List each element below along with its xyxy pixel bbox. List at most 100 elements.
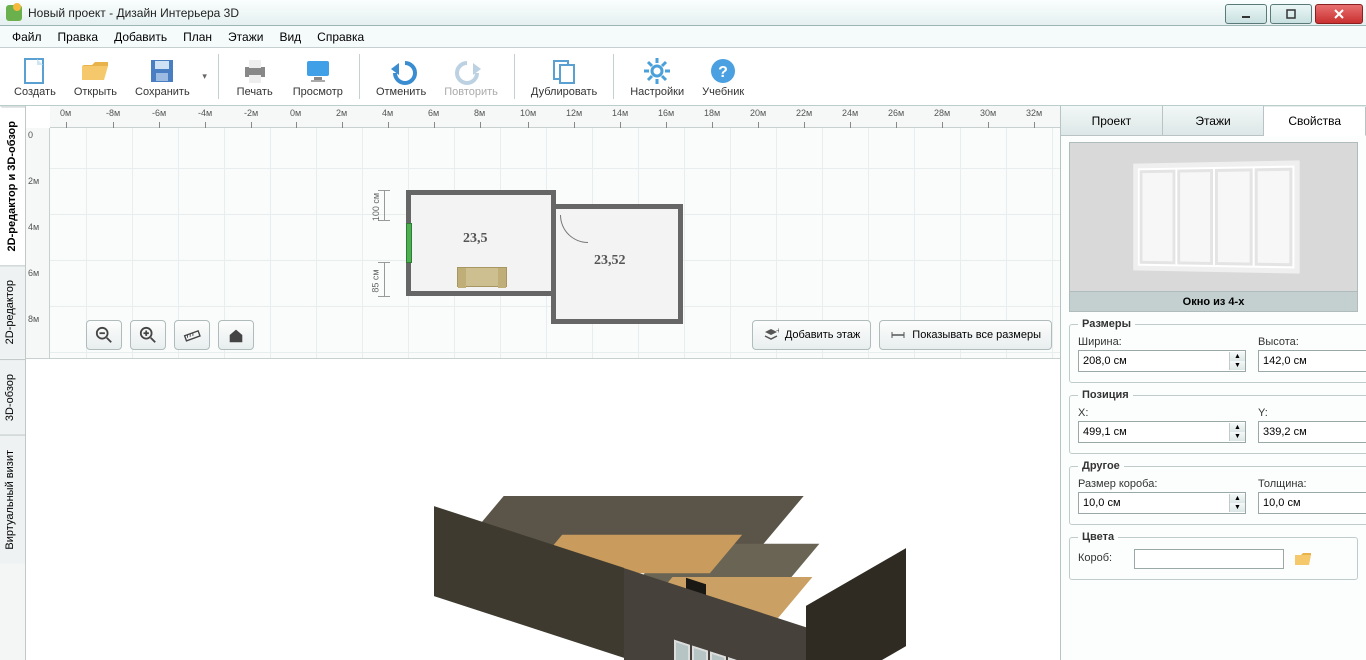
duplicate-icon <box>548 56 580 86</box>
tab-floors-right[interactable]: Этажи <box>1163 106 1265 135</box>
tab-project[interactable]: Проект <box>1061 106 1163 135</box>
group-color-legend: Цвета <box>1078 531 1118 543</box>
create-button[interactable]: Создать <box>6 50 64 103</box>
ruler-tick: 12м <box>566 108 582 118</box>
y-input[interactable]: ▲▼ <box>1258 421 1366 443</box>
thick-input[interactable]: ▲▼ <box>1258 492 1366 514</box>
window-marker[interactable] <box>406 223 412 263</box>
plan-2d-canvas[interactable]: 23,5 23,52 100 см 8 <box>50 128 1060 358</box>
toolbar: Создать Открыть Сохранить ▾ Печать Просм… <box>0 48 1366 106</box>
model-3d <box>326 419 826 660</box>
ruler-tick: 2м <box>336 108 347 118</box>
zoom-out-button[interactable] <box>86 320 122 350</box>
menu-plan[interactable]: План <box>175 28 220 46</box>
menu-view[interactable]: Вид <box>271 28 309 46</box>
x-input[interactable]: ▲▼ <box>1078 421 1246 443</box>
frame-input[interactable]: ▲▼ <box>1078 492 1246 514</box>
redo-button[interactable]: Повторить <box>436 50 506 103</box>
y-label: Y: <box>1258 407 1366 419</box>
monitor-icon <box>302 56 334 86</box>
tab-3d-view[interactable]: 3D-обзор <box>0 359 25 435</box>
duplicate-label: Дублировать <box>531 86 597 98</box>
ruler-tick: -4м <box>198 108 212 118</box>
group-other-legend: Другое <box>1078 460 1124 472</box>
tutorial-button[interactable]: ? Учебник <box>694 50 752 103</box>
save-label: Сохранить <box>135 86 190 98</box>
menubar: Файл Правка Добавить План Этажи Вид Спра… <box>0 26 1366 48</box>
undo-button[interactable]: Отменить <box>368 50 434 103</box>
sofa[interactable] <box>457 267 507 287</box>
tab-2d-3d-combo[interactable]: 2D-редактор и 3D-обзор <box>0 106 25 265</box>
save-button[interactable]: Сохранить <box>127 50 198 103</box>
object-preview <box>1069 142 1358 292</box>
ruler-tick: 16м <box>658 108 674 118</box>
ruler-vtick: 0 <box>28 130 33 140</box>
ruler-vertical: 02м4м6м8м <box>26 128 50 358</box>
group-colors: Цвета Короб: <box>1069 531 1358 580</box>
minimize-button[interactable] <box>1225 4 1267 24</box>
group-pos-legend: Позиция <box>1078 389 1133 401</box>
menu-add[interactable]: Добавить <box>106 28 175 46</box>
gear-icon <box>641 56 673 86</box>
create-label: Создать <box>14 86 56 98</box>
ruler-tick: 10м <box>520 108 536 118</box>
preview-caption: Окно из 4-х <box>1069 292 1358 312</box>
ruler-vtick: 6м <box>28 268 39 278</box>
frame-label: Размер короба: <box>1078 478 1246 490</box>
width-input[interactable]: ▲▼ <box>1078 350 1246 372</box>
view-3d-canvas[interactable] <box>26 358 1060 660</box>
ruler-tick: -2м <box>244 108 258 118</box>
ruler-tick: -8м <box>106 108 120 118</box>
home-button[interactable] <box>218 320 254 350</box>
duplicate-button[interactable]: Дублировать <box>523 50 605 103</box>
width-label: Ширина: <box>1078 336 1246 348</box>
tutorial-label: Учебник <box>702 86 744 98</box>
room-2[interactable]: 23,52 <box>551 204 683 324</box>
group-other: Другое Размер короба: ▲▼ Толщина: ▲▼ <box>1069 460 1366 525</box>
print-label: Печать <box>237 86 273 98</box>
redo-icon <box>455 56 487 86</box>
open-button[interactable]: Открыть <box>66 50 125 103</box>
tab-properties[interactable]: Свойства <box>1264 107 1366 136</box>
dimensions-icon <box>890 327 906 343</box>
group-size-legend: Размеры <box>1078 318 1135 330</box>
ruler-tick: 22м <box>796 108 812 118</box>
door[interactable] <box>560 215 588 243</box>
measure-button[interactable] <box>174 320 210 350</box>
ruler-tick: 4м <box>382 108 393 118</box>
open-label: Открыть <box>74 86 117 98</box>
help-icon: ? <box>707 56 739 86</box>
room-1-area: 23,5 <box>463 231 488 247</box>
menu-help[interactable]: Справка <box>309 28 372 46</box>
ruler-vtick: 4м <box>28 222 39 232</box>
ruler-tick: 8м <box>474 108 485 118</box>
folder-open-icon <box>79 56 111 86</box>
add-floor-button[interactable]: + Добавить этаж <box>752 320 871 350</box>
zoom-in-button[interactable] <box>130 320 166 350</box>
browse-texture-button[interactable] <box>1292 549 1314 569</box>
x-label: X: <box>1078 407 1246 419</box>
settings-button[interactable]: Настройки <box>622 50 692 103</box>
tab-virtual-visit[interactable]: Виртуальный визит <box>0 435 25 564</box>
ruler-tick: 18м <box>704 108 720 118</box>
maximize-button[interactable] <box>1270 4 1312 24</box>
show-dims-button[interactable]: Показывать все размеры <box>879 320 1052 350</box>
tab-2d-editor[interactable]: 2D-редактор <box>0 265 25 358</box>
redo-label: Повторить <box>444 86 498 98</box>
print-button[interactable]: Печать <box>227 50 283 103</box>
room-1[interactable]: 23,5 <box>406 190 556 296</box>
window-title: Новый проект - Дизайн Интерьера 3D <box>28 6 239 20</box>
menu-file[interactable]: Файл <box>4 28 50 46</box>
close-button[interactable] <box>1315 4 1363 24</box>
save-dropdown[interactable]: ▾ <box>200 50 210 103</box>
save-icon <box>146 56 178 86</box>
box-color-swatch[interactable] <box>1134 549 1284 569</box>
group-size: Размеры Ширина: ▲▼ Высота: ▲▼ <box>1069 318 1366 383</box>
menu-floors[interactable]: Этажи <box>220 28 271 46</box>
menu-edit[interactable]: Правка <box>50 28 107 46</box>
height-input[interactable]: ▲▼ <box>1258 350 1366 372</box>
group-position: Позиция X: ▲▼ Y: ▲▼ Приподнятость: ▲▼ <box>1069 389 1366 454</box>
svg-text:+: + <box>776 327 779 335</box>
preview-button[interactable]: Просмотр <box>285 50 351 103</box>
height-label: Высота: <box>1258 336 1366 348</box>
